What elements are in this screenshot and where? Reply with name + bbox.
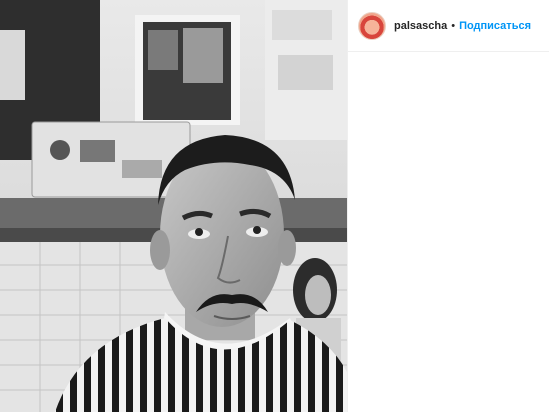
follow-button[interactable]: Подписаться [459,20,531,32]
separator-dot: • [451,19,456,32]
username-link[interactable]: palsascha [394,20,447,32]
post-photo[interactable] [0,0,347,412]
portrait-photo [0,0,347,412]
post-sidebar: palsascha • Подписаться [347,0,549,412]
post-header: palsascha • Подписаться [348,0,549,52]
instagram-post-embed: palsascha • Подписаться [0,0,549,412]
header-meta: palsascha • Подписаться [394,20,531,32]
avatar[interactable] [358,11,386,40]
